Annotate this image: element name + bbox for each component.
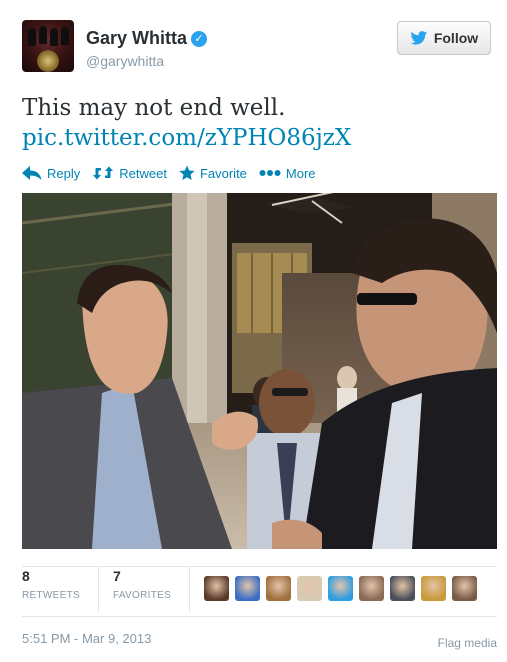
favorite-label: Favorite <box>199 165 247 181</box>
favorites-stat[interactable]: 7 FAVORITES <box>112 566 191 612</box>
stats-bottom-divider <box>22 616 497 617</box>
retweets-count: 8 <box>22 568 30 584</box>
favoriter-avatar[interactable] <box>421 576 447 601</box>
flag-media-link[interactable]: Flag media <box>438 636 497 650</box>
photo-scene <box>22 193 497 549</box>
retweets-label: RETWEETS <box>22 590 80 601</box>
retweet-label: Retweet <box>119 165 167 181</box>
star-icon <box>179 165 195 180</box>
follow-button[interactable]: Follow <box>397 21 491 55</box>
tweet-stats: 8 RETWEETS 7 FAVORITES <box>22 566 478 618</box>
favoriter-avatars <box>204 576 478 618</box>
favorites-count: 7 <box>112 568 121 584</box>
verified-badge-icon: ✓ <box>191 31 208 47</box>
user-handle[interactable]: @garywhitta <box>86 53 164 69</box>
tweet-actions: Reply Retweet Favorite More <box>22 163 328 183</box>
favoriter-avatar[interactable] <box>297 576 323 601</box>
favoriter-avatar[interactable] <box>328 576 354 601</box>
favoriter-avatar[interactable] <box>390 576 416 601</box>
tweet-text: This may not end well. <box>22 95 286 121</box>
favorite-button[interactable]: Favorite <box>179 165 247 181</box>
retweet-button[interactable]: Retweet <box>92 166 167 181</box>
retweet-icon <box>93 166 114 180</box>
tweet-header: Gary Whitta ✓ @garywhitta Follow <box>22 20 497 76</box>
retweets-stat[interactable]: 8 RETWEETS <box>22 566 99 612</box>
tweet-timestamp[interactable]: 5:51 PM - Mar 9, 2013 <box>22 631 151 646</box>
follow-label: Follow <box>433 30 479 46</box>
tweet-media-link[interactable]: pic.twitter.com/zYPHO86jzX <box>22 124 351 152</box>
favoriter-avatar[interactable] <box>359 576 385 601</box>
favorites-label: FAVORITES <box>112 590 172 601</box>
display-name-text[interactable]: Gary Whitta <box>86 28 187 48</box>
avatar[interactable] <box>22 20 74 72</box>
more-button[interactable]: More <box>259 166 316 181</box>
favoriter-avatar[interactable] <box>452 576 478 601</box>
reply-label: Reply <box>47 165 81 181</box>
more-dots-icon <box>259 170 281 176</box>
display-name[interactable]: Gary Whitta ✓ <box>86 28 208 49</box>
favoriter-avatar[interactable] <box>204 576 230 601</box>
favoriter-avatar[interactable] <box>266 576 292 601</box>
twitter-bird-icon <box>410 31 427 45</box>
more-label: More <box>285 165 316 181</box>
reply-button[interactable]: Reply <box>22 166 80 181</box>
tweet-photo[interactable] <box>22 193 497 549</box>
favoriter-avatar[interactable] <box>235 576 261 601</box>
reply-icon <box>22 166 42 180</box>
